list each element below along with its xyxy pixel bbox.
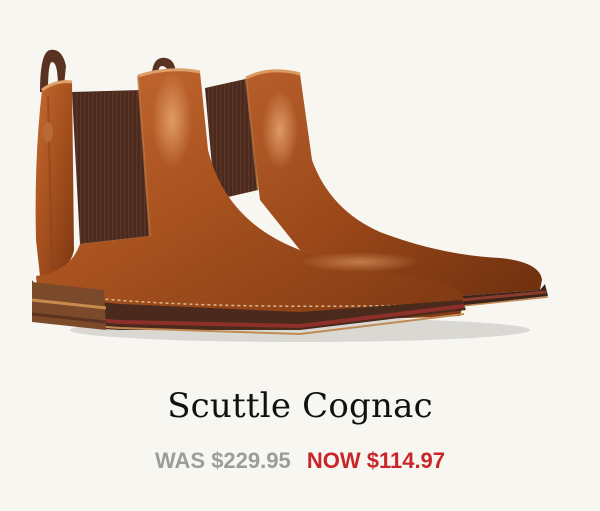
product-card[interactable]: Scuttle Cognac WAS $229.95 NOW $114.97 — [0, 0, 600, 511]
product-name[interactable]: Scuttle Cognac — [0, 382, 600, 430]
was-price: WAS $229.95 — [154, 448, 291, 473]
product-image[interactable] — [0, 0, 600, 370]
price-row: WAS $229.95 NOW $114.97 — [0, 446, 600, 476]
now-price: NOW $114.97 — [306, 448, 446, 473]
